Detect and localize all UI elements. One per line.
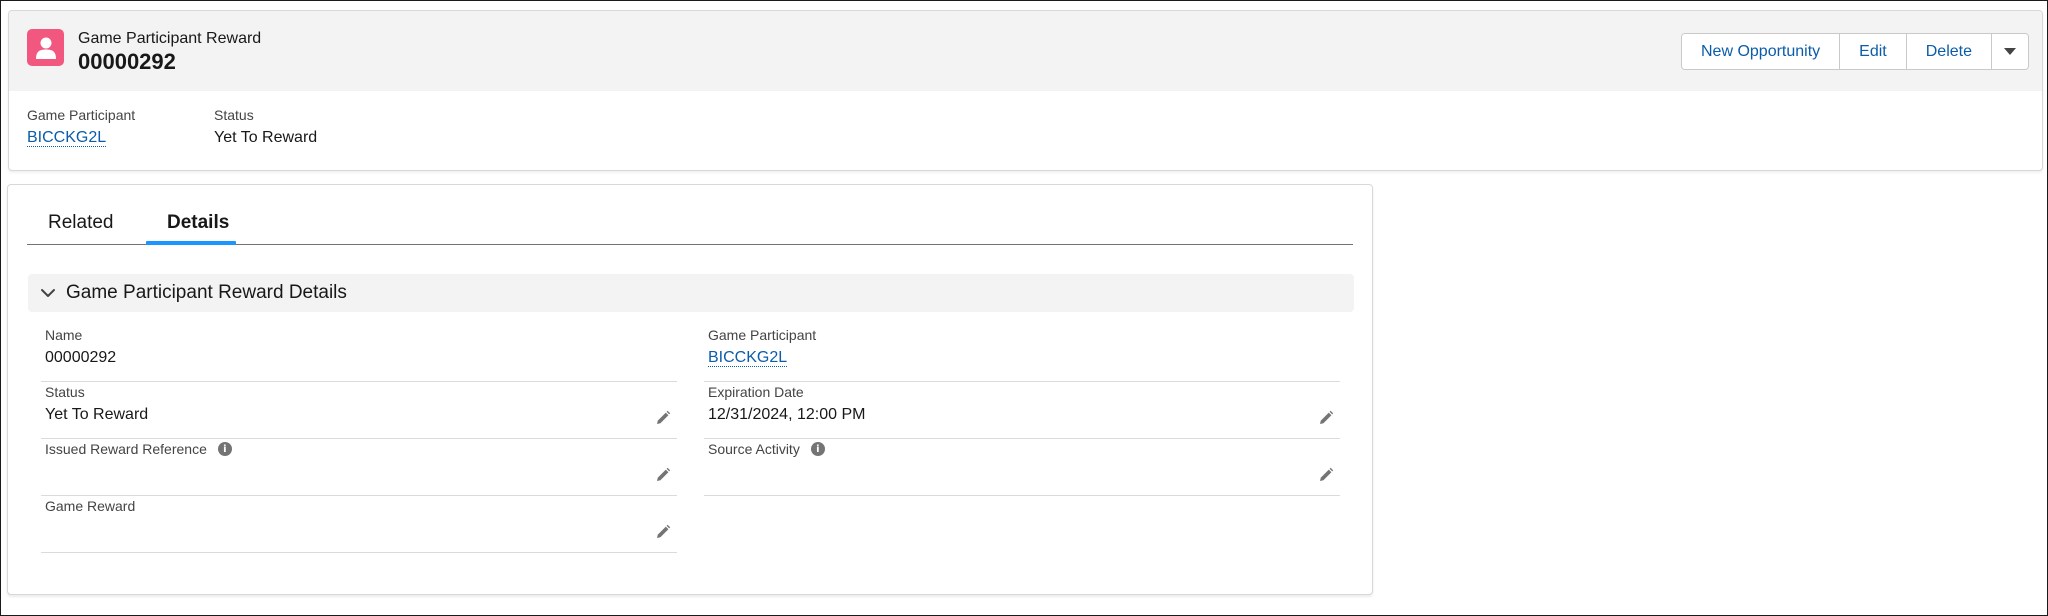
more-actions-button[interactable] bbox=[1992, 34, 2028, 69]
tab-related[interactable]: Related bbox=[48, 212, 114, 234]
new-opportunity-button[interactable]: New Opportunity bbox=[1682, 34, 1841, 69]
info-icon[interactable]: i bbox=[810, 442, 825, 456]
highlight-value: BICCKG2L bbox=[27, 129, 135, 147]
action-button-group: New Opportunity Edit Delete bbox=[1681, 33, 2029, 70]
details-card: Related Details Game Participant Reward … bbox=[7, 184, 1373, 595]
highlight-game-participant: Game Participant BICCKG2L bbox=[27, 107, 135, 147]
caret-down-icon bbox=[2004, 48, 2016, 55]
field-issued-reward-reference: Issued Reward Reference i bbox=[41, 439, 677, 496]
object-type-label: Game Participant Reward bbox=[78, 30, 262, 47]
tab-bar: Related Details bbox=[27, 185, 1353, 245]
record-header: Game Participant Reward 00000292 New Opp… bbox=[8, 10, 2043, 171]
tab-details[interactable]: Details bbox=[167, 212, 229, 234]
person-icon bbox=[27, 29, 64, 66]
chevron-down-icon[interactable] bbox=[40, 285, 56, 301]
field-label: Issued Reward Reference i bbox=[45, 441, 232, 457]
field-game-reward: Game Reward bbox=[41, 496, 677, 553]
field-label-text: Issued Reward Reference bbox=[45, 441, 207, 457]
pencil-icon[interactable] bbox=[1318, 467, 1334, 483]
pencil-icon[interactable] bbox=[655, 524, 671, 540]
game-participant-link[interactable]: BICCKG2L bbox=[27, 129, 107, 147]
field-label: Game Reward bbox=[45, 498, 136, 514]
record-title: 00000292 bbox=[78, 49, 176, 74]
field-status: Status Yet To Reward bbox=[41, 382, 677, 439]
active-tab-indicator bbox=[146, 241, 236, 245]
pencil-icon[interactable] bbox=[1318, 410, 1334, 426]
field-label: Status bbox=[45, 384, 85, 400]
field-label: Game Participant bbox=[708, 327, 817, 343]
field-value: Yet To Reward bbox=[45, 406, 149, 423]
delete-button[interactable]: Delete bbox=[1906, 34, 1992, 69]
highlight-label: Game Participant bbox=[27, 107, 136, 123]
field-label-text: Source Activity bbox=[708, 441, 800, 457]
pencil-icon[interactable] bbox=[655, 410, 671, 426]
field-label: Name bbox=[45, 327, 83, 343]
highlight-status: Status Yet To Reward bbox=[214, 107, 317, 147]
highlights-panel: Game Participant BICCKG2L Status Yet To … bbox=[9, 91, 2042, 170]
field-label: Source Activity i bbox=[708, 441, 825, 457]
field-value: 00000292 bbox=[45, 349, 117, 366]
game-participant-link[interactable]: BICCKG2L bbox=[708, 349, 788, 367]
field-value: 12/31/2024, 12:00 PM bbox=[708, 406, 866, 423]
pencil-icon[interactable] bbox=[655, 467, 671, 483]
field-value: BICCKG2L bbox=[708, 349, 788, 367]
field-expiration-date: Expiration Date 12/31/2024, 12:00 PM bbox=[704, 382, 1340, 439]
field-name: Name 00000292 bbox=[41, 325, 677, 382]
section-header[interactable]: Game Participant Reward Details bbox=[28, 274, 1354, 312]
field-source-activity: Source Activity i bbox=[704, 439, 1340, 496]
edit-button[interactable]: Edit bbox=[1840, 34, 1907, 69]
info-icon[interactable]: i bbox=[217, 442, 232, 456]
field-label: Expiration Date bbox=[708, 384, 804, 400]
field-game-participant: Game Participant BICCKG2L bbox=[704, 325, 1340, 382]
highlight-label: Status bbox=[214, 107, 254, 123]
section-title: Game Participant Reward Details bbox=[66, 282, 347, 303]
header-top-bar: Game Participant Reward 00000292 New Opp… bbox=[9, 11, 2042, 91]
status-value: Yet To Reward bbox=[214, 129, 318, 146]
